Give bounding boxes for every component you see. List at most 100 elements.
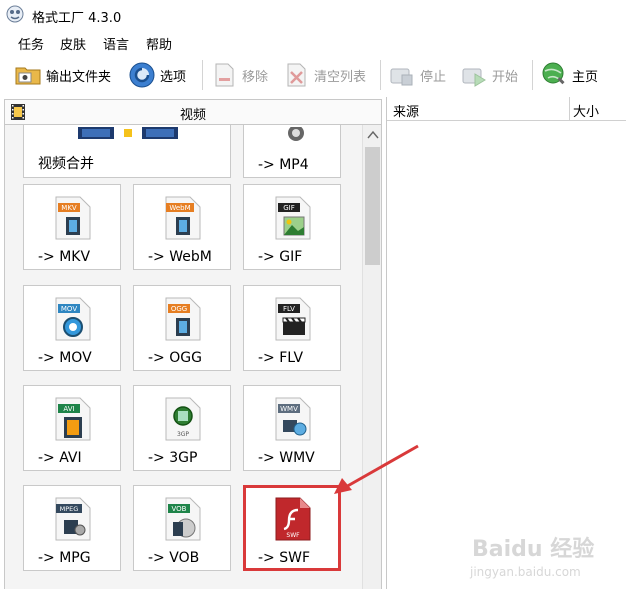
tile-label: -> WMV <box>258 450 315 466</box>
stop-label: 停止 <box>420 69 447 85</box>
tile-label: -> MKV <box>38 249 91 265</box>
clear-list-button[interactable]: 清空列表 <box>282 56 366 94</box>
tile-ogg[interactable]: OGG -> OGG <box>133 285 231 371</box>
output-folder-button[interactable]: 输出文件夹 <box>14 56 111 94</box>
svg-text:SWF: SWF <box>286 532 300 539</box>
format-list-panel: 视频合并 -> MP4 MKV -> MKV WebM -> WebM GIF … <box>4 125 382 589</box>
title-bar: 格式工厂 4.3.0 <box>0 0 626 30</box>
toolbar-separator <box>380 60 381 90</box>
svg-text:Baidu 经验: Baidu 经验 <box>472 536 594 562</box>
tile-label: -> MP4 <box>258 157 309 173</box>
svg-text:jingyan.baidu.com: jingyan.baidu.com <box>469 565 581 579</box>
clear-list-icon <box>287 63 306 87</box>
avi-icon: AVI <box>55 397 91 441</box>
svg-text:MOV: MOV <box>61 305 77 313</box>
svg-text:VOB: VOB <box>172 505 187 513</box>
tile-mpg[interactable]: MPEG -> MPG <box>23 485 121 571</box>
tile-label: -> AVI <box>38 450 82 466</box>
svg-text:MPEG: MPEG <box>60 505 79 513</box>
svg-text:WebM: WebM <box>169 204 190 212</box>
start-button[interactable]: 开始 <box>460 56 518 94</box>
toolbar-separator <box>202 60 203 90</box>
baidu-jingyan-watermark: Baidu 经验 jingyan.baidu.com <box>469 536 594 579</box>
home-button[interactable]: 主页 <box>540 56 598 94</box>
home-globe-icon <box>542 62 565 85</box>
options-label: 选项 <box>160 69 187 85</box>
tile-webm[interactable]: WebM -> WebM <box>133 184 231 270</box>
svg-text:AVI: AVI <box>63 405 74 413</box>
wmv-icon: WMV <box>275 397 311 441</box>
mkv-icon: MKV <box>55 196 91 240</box>
output-folder-label: 输出文件夹 <box>46 69 112 85</box>
video-merge-icon <box>78 127 178 139</box>
category-label: 视频 <box>179 108 206 123</box>
tile-wmv[interactable]: WMV -> WMV <box>243 385 341 471</box>
toolbar: 输出文件夹 选项 移除 清空列表 停止 开始 主页 <box>0 56 626 96</box>
tile-avi[interactable]: AVI -> AVI <box>23 385 121 471</box>
tile-3gp[interactable]: 3GP -> 3GP <box>133 385 231 471</box>
svg-text:MKV: MKV <box>61 204 77 212</box>
tile-label: -> WebM <box>148 249 212 265</box>
home-label: 主页 <box>572 69 599 85</box>
scroll-up-arrow-icon[interactable] <box>363 125 382 145</box>
scrollbar-thumb[interactable] <box>365 147 380 265</box>
tile-label: -> 3GP <box>148 450 198 466</box>
tile-gif[interactable]: GIF -> GIF <box>243 184 341 270</box>
mov-icon: MOV <box>55 297 91 341</box>
column-source[interactable]: 来源 <box>393 101 419 120</box>
remove-label: 移除 <box>242 69 269 85</box>
svg-text:OGG: OGG <box>171 305 187 313</box>
webm-icon: WebM <box>165 196 201 240</box>
svg-text:WMV: WMV <box>280 405 298 413</box>
tile-flv[interactable]: FLV -> FLV <box>243 285 341 371</box>
tile-label: -> OGG <box>148 350 202 366</box>
category-header-video[interactable]: 视频 <box>4 99 382 125</box>
menu-help[interactable]: 帮助 <box>146 34 172 53</box>
tile-mov[interactable]: MOV -> MOV <box>23 285 121 371</box>
mp4-icon <box>288 127 304 141</box>
toolbar-separator <box>532 60 533 90</box>
menu-task[interactable]: 任务 <box>18 34 44 53</box>
tile-label: -> GIF <box>258 249 303 265</box>
tile-swf[interactable]: SWF -> SWF <box>243 485 341 571</box>
task-list-panel: 来源 大小 <box>386 97 626 589</box>
column-size[interactable]: 大小 <box>573 101 599 120</box>
ogg-icon: OGG <box>165 297 201 341</box>
stop-button[interactable]: 停止 <box>388 56 446 94</box>
column-divider[interactable] <box>569 97 570 121</box>
svg-text:GIF: GIF <box>283 204 295 212</box>
task-list-header: 来源 大小 <box>387 97 626 121</box>
stop-icon <box>390 68 413 86</box>
svg-text:FLV: FLV <box>283 305 295 313</box>
gif-icon: GIF <box>275 196 311 240</box>
tile-video-merge[interactable]: 视频合并 <box>23 125 231 178</box>
menu-bar: 任务 皮肤 语言 帮助 <box>0 30 626 54</box>
svg-text:3GP: 3GP <box>177 431 189 438</box>
tile-label: -> SWF <box>258 550 311 566</box>
clear-list-label: 清空列表 <box>314 69 367 85</box>
vob-icon: VOB <box>165 497 201 541</box>
menu-skin[interactable]: 皮肤 <box>60 34 86 53</box>
folder-icon <box>15 67 41 85</box>
format-list-scrollbar[interactable] <box>362 125 382 589</box>
tile-label: -> MOV <box>38 350 92 366</box>
start-label: 开始 <box>492 69 519 85</box>
annotation-arrow <box>334 444 419 494</box>
tile-label: -> FLV <box>258 350 304 366</box>
tile-vob[interactable]: VOB -> VOB <box>133 485 231 571</box>
remove-document-icon <box>215 63 234 87</box>
window-title: 格式工厂 4.3.0 <box>32 11 122 26</box>
format-factory-window: 格式工厂 4.3.0 任务 皮肤 语言 帮助 输出文件夹 选项 移除 清空列表 … <box>0 0 626 589</box>
tile-label: -> MPG <box>38 550 91 566</box>
start-play-icon <box>462 68 486 87</box>
menu-language[interactable]: 语言 <box>103 34 129 53</box>
tile-mp4[interactable]: -> MP4 <box>243 125 341 178</box>
tile-mkv[interactable]: MKV -> MKV <box>23 184 121 270</box>
tile-label: -> VOB <box>148 550 200 566</box>
options-gear-icon <box>129 62 155 88</box>
format-grid: 视频合并 -> MP4 MKV -> MKV WebM -> WebM GIF … <box>5 125 361 589</box>
remove-button[interactable]: 移除 <box>210 56 268 94</box>
tile-label: 视频合并 <box>38 156 94 172</box>
options-button[interactable]: 选项 <box>128 56 186 94</box>
flv-icon: FLV <box>275 297 311 341</box>
